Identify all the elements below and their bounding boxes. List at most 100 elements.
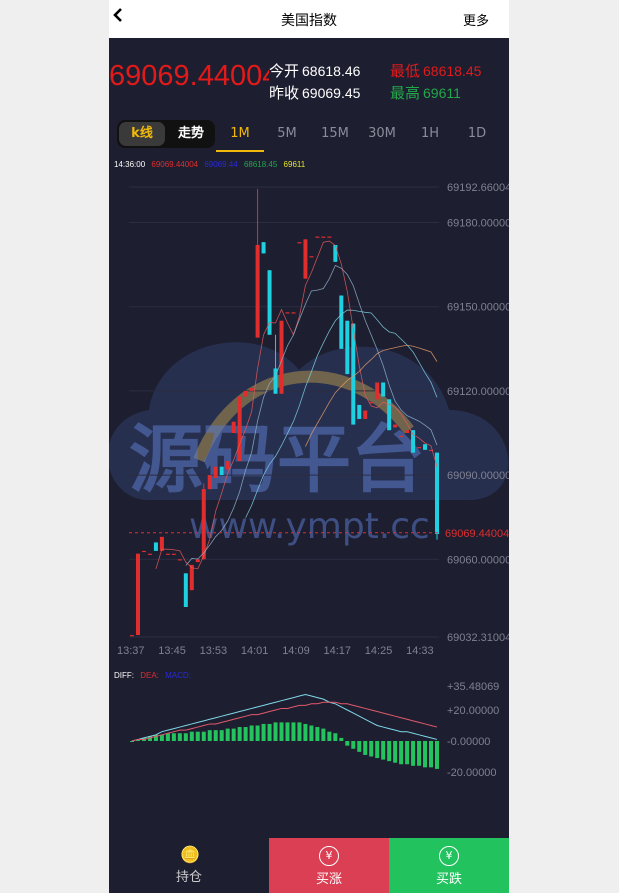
macd-histogram-bar [231,728,236,741]
candle-body [177,559,182,561]
yen-up-icon: ¥ [319,846,339,866]
x-tick-label: 13:53 [200,645,228,657]
x-tick-label: 14:01 [241,645,269,657]
macd-histogram-bar [309,725,314,741]
macd-histogram-bar [411,740,416,766]
timeframe-1d[interactable]: 1D [459,126,495,141]
active-tab-indicator [216,150,264,152]
candle-body [375,382,380,400]
candle-body [363,410,368,419]
candle-body [297,242,302,244]
candlestick-chart[interactable]: 69192.66004 69180.00000 69150.00000 69120.0… [109,170,509,660]
more-button[interactable]: 更多 [463,10,489,29]
open-label: 今开 [269,63,300,80]
macd-histogram-bar [243,727,248,741]
macd-histogram-bar [405,740,410,765]
legend-time: 14:36:00 [114,160,146,169]
x-tick-label: 14:09 [282,645,310,657]
macd-histogram-bar [237,727,242,741]
candle-body [315,236,320,238]
candle-body [231,421,236,434]
candle-body [189,564,194,591]
holdings-button[interactable]: 🪙 持仓 [109,838,269,893]
candle-body [399,435,404,438]
candle-body [135,553,140,636]
macd-histogram-bar [183,733,188,741]
legend-close: 69069.44004 [151,160,199,169]
macd-histogram-bar [315,727,320,741]
macd-histogram-bar [273,722,278,741]
candle-body [243,390,248,397]
candle-body [393,424,398,428]
y-tick-label: 69120.00000 [447,386,509,398]
trend-tab[interactable]: 走势 [169,122,213,146]
buy-down-label: 买跌 [435,872,462,887]
macd-histogram-bar [207,730,212,741]
macd-y-tick-label: +20.00000 [447,705,499,717]
current-price: 69069.44004 [109,60,269,92]
macd-histogram-bar [177,733,182,741]
timeframe-1m[interactable]: 1M [222,126,258,141]
macd-histogram-bar [165,733,170,741]
macd-legend-diff: DIFF: [114,671,134,680]
macd-histogram-bar [429,740,434,768]
macd-histogram-bar [171,733,176,741]
macd-histogram-bar [279,722,284,741]
candle-body [207,475,212,490]
current-price-label: 69069.44004 [445,528,509,540]
macd-y-tick-label: -20.00000 [447,767,497,779]
chart-mode-switch: k线 走势 [117,120,215,148]
macd-histogram-bar [219,730,224,741]
legend-open: 69069.44 [204,160,238,169]
candle-body [183,573,188,607]
timeframe-1h[interactable]: 1H [412,126,448,141]
candle-body [141,550,146,553]
yen-down-icon: ¥ [439,846,459,866]
candle-body [309,256,314,258]
macd-chart[interactable]: +35.48069 +20.00000 -0.00000 -20.00000 [109,680,509,790]
timeframe-30m[interactable]: 30M [364,126,400,141]
candle-body [225,461,230,470]
macd-histogram-bar [189,731,194,741]
timeframe-15m[interactable]: 15M [317,126,353,141]
y-tick-label: 69090.00000 [447,470,509,482]
y-tick-label: 69192.66004 [447,182,509,194]
candle-body [303,239,308,279]
buy-up-label: 买涨 [315,872,342,887]
macd-histogram-bar [285,722,290,741]
candle-body [321,236,326,238]
macd-histogram-bar [255,725,260,741]
macd-y-tick-label: -0.00000 [447,736,490,748]
candle-body [423,444,428,450]
kline-tab[interactable]: k线 [119,122,165,146]
open-value: 68618.46 [302,63,361,79]
macd-histogram-bar [345,740,350,746]
candle-body [345,320,350,375]
prev-close-stat: 昨收 69069.45 [269,82,360,103]
app-window: 美国指数 更多 69069.44004 今开 68618.46 昨收 69069.4… [109,0,509,893]
candle-body [327,236,332,238]
candle-body [405,430,410,434]
candle-body [285,312,290,314]
timeframe-5m[interactable]: 5M [269,126,305,141]
macd-histogram-bar [297,722,302,741]
macd-histogram-bar [399,740,404,765]
open-stat: 今开 68618.46 [269,60,360,81]
x-tick-label: 14:33 [406,645,434,657]
x-tick-label: 14:17 [324,645,352,657]
macd-histogram-bar [357,740,362,752]
candle-body [333,244,338,262]
candle-body [357,404,362,419]
top-nav-bar: 美国指数 更多 [109,0,509,38]
macd-legend: DIFF: DEA: MACD: [114,671,195,680]
candle-body [417,447,422,449]
macd-signal-line [131,701,438,742]
x-tick-label: 13:45 [158,645,186,657]
macd-histogram-bar [393,740,398,763]
buy-down-button[interactable]: ¥ 买跌 [389,838,509,893]
moving-average-line [155,240,438,570]
macd-histogram-bar [291,722,296,741]
macd-histogram-bar [363,740,368,755]
moving-average-line [305,344,438,447]
buy-up-button[interactable]: ¥ 买涨 [269,838,389,893]
